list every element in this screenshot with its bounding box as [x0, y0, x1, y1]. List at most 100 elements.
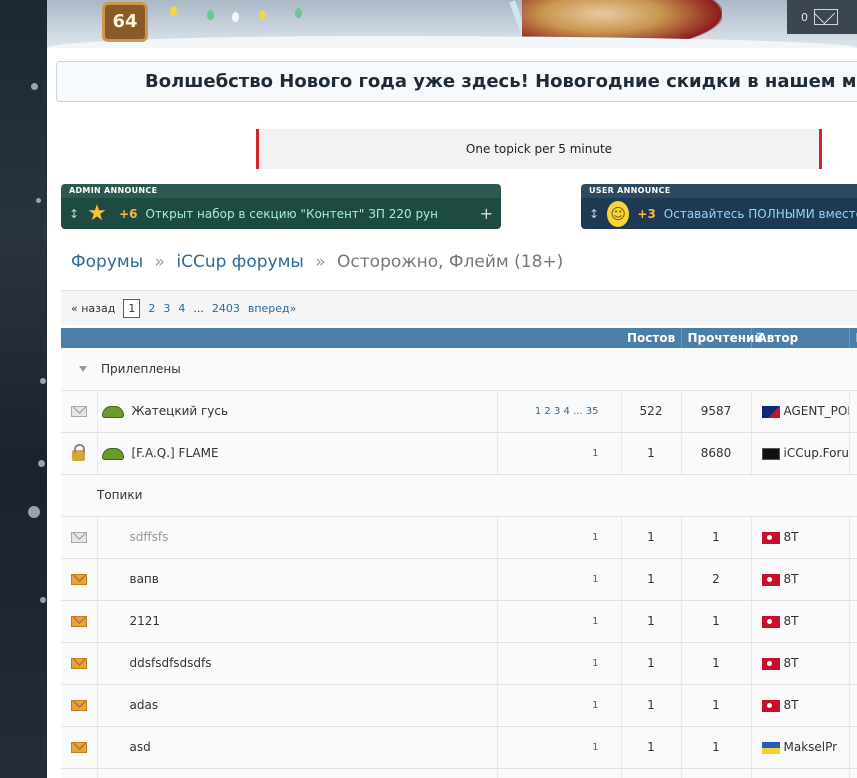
table-row[interactable]: вапв 1 1 2 8T [61, 558, 857, 601]
topic-pages-links[interactable]: 1 [497, 600, 622, 643]
breadcrumb-iccup-forums[interactable]: iCCup форумы [176, 252, 303, 272]
topic-title-link[interactable]: ddsfsdfsdsdfs [130, 656, 212, 670]
vote-arrows-icon[interactable]: ↕ [69, 207, 79, 221]
table-row[interactable]: sdffsfs 1 1 1 8T [61, 516, 857, 559]
topic-pages-links[interactable]: 1 [497, 516, 622, 559]
author-link[interactable]: 8T [784, 698, 799, 712]
country-flag-icon [761, 741, 780, 754]
author-link[interactable]: iCCup.Forum [784, 446, 849, 460]
pagination-prev[interactable]: « назад [71, 302, 115, 315]
pagination-page-4[interactable]: 4 [178, 302, 185, 315]
table-header-row: Постов Прочтений Автор П [61, 328, 857, 348]
breadcrumb-current: Осторожно, Флейм (18+) [337, 252, 564, 272]
topic-title-link[interactable]: [F.A.Q.] FLAME [132, 446, 219, 460]
posting-rule-notice: One topick per 5 minute [256, 129, 822, 169]
column-posts[interactable]: Постов [621, 328, 682, 348]
holiday-notice-banner[interactable]: Волшебство Нового года уже здесь! Нового… [56, 61, 857, 102]
read-envelope-icon [70, 532, 87, 543]
topic-pages-links[interactable]: 1 [497, 432, 622, 475]
views-count: 1 [681, 684, 752, 727]
pagination-page-2[interactable]: 2 [148, 302, 155, 315]
unread-envelope-icon [70, 616, 87, 627]
country-flag-icon [761, 447, 780, 460]
pagination-next[interactable]: вперед» [248, 302, 297, 315]
topic-title-link[interactable]: Жатецкий гусь [132, 404, 229, 418]
unread-envelope-icon [70, 658, 87, 669]
messages-button[interactable]: 0 [787, 0, 857, 34]
breadcrumb: Форумы » iCCup форумы » Осторожно, Флейм… [71, 252, 563, 272]
posts-count: 1 [621, 642, 682, 685]
site-header-banner: 64 0 [47, 0, 857, 48]
country-flag-icon [761, 531, 780, 544]
topic-title-link[interactable]: adas [130, 698, 159, 712]
breadcrumb-separator: » [154, 252, 165, 272]
pagination-page-3[interactable]: 3 [163, 302, 170, 315]
collapse-triangle-icon[interactable] [79, 366, 87, 373]
posts-count: 1 [621, 600, 682, 643]
snow-ground [47, 36, 857, 48]
topic-pages-links[interactable]: 1 [497, 558, 622, 601]
topic-title-link[interactable]: sdffsfs [130, 530, 169, 544]
author-link[interactable]: 8T [784, 656, 799, 670]
posts-count: 1 [621, 768, 682, 778]
user-announce-tag: USER ANNOUNCE [581, 184, 857, 198]
posts-count: 1 [621, 726, 682, 769]
country-flag-icon [761, 405, 780, 418]
author-link[interactable]: 8T [784, 530, 799, 544]
topic-title-link[interactable]: 2121 [130, 614, 161, 628]
user-announce-link[interactable]: Оставайтесь ПОЛНЫМИ вместе [664, 207, 857, 221]
pinned-section-header: Прилеплены [61, 348, 857, 391]
views-count: 9587 [681, 390, 752, 433]
views-count: 1 [681, 516, 752, 559]
breadcrumb-separator: » [315, 252, 326, 272]
pagination-page-1[interactable]: 1 [123, 298, 141, 318]
table-row[interactable]: ddsfsdfsdsdfs 1 1 1 8T [61, 642, 857, 685]
admin-announce-link[interactable]: Открыт набор в секцию "Контент" ЗП 220 р… [145, 207, 438, 221]
table-row[interactable]: Жатецкий гусь 1 2 3 4 ... 35 522 9587 AGENT_… [61, 390, 857, 433]
unread-envelope-icon [70, 742, 87, 753]
topic-pages-links[interactable]: 1 [497, 684, 622, 727]
column-author[interactable]: Автор [751, 328, 850, 348]
star-icon: ★ [87, 200, 107, 226]
pagination-page-last[interactable]: 2403 [212, 302, 240, 315]
main-content: 64 0 Волшебство Нового года уже здесь! Н… [47, 0, 857, 778]
views-count: 1 [681, 642, 752, 685]
column-views[interactable]: Прочтений [681, 328, 763, 348]
table-row[interactable]: adas 1 1 1 8T [61, 684, 857, 727]
topic-pages-links[interactable]: 1 [497, 642, 622, 685]
vote-arrows-icon[interactable]: ↕ [589, 207, 599, 221]
messages-count: 0 [801, 10, 808, 24]
column-last[interactable]: П [849, 328, 857, 348]
views-count: 8680 [681, 432, 752, 475]
add-announce-plus-icon[interactable]: + [480, 204, 493, 223]
user-level-badge[interactable]: 64 [102, 2, 148, 42]
pagination: « назад 1 2 3 4 ... 2403 вперед» [61, 290, 857, 325]
topic-title-link[interactable]: вапв [130, 572, 159, 586]
unread-envelope-icon [70, 700, 87, 711]
table-row[interactable]: asd 1 1 1 MakselPr [61, 726, 857, 769]
section-title: Прилеплены [101, 361, 181, 376]
topic-pages-links[interactable]: 1 2 3 4 ... 35 [497, 390, 622, 433]
country-flag-icon [761, 699, 780, 712]
author-link[interactable]: 8T [784, 572, 799, 586]
pagination-ellipsis: ... [193, 301, 204, 315]
table-row[interactable]: sad111MakselPr [61, 768, 857, 778]
views-count: 1 [681, 726, 752, 769]
topic-pages-links[interactable]: 1 [497, 768, 622, 778]
user-announce-box: USER ANNOUNCE ↕ ☺ +3 Оставайтесь ПОЛНЫМИ… [581, 184, 857, 229]
topics-table: Постов Прочтений Автор П Прилеплены Жатец… [61, 328, 857, 778]
admin-announce-box: ADMIN ANNOUNCE ↕ ★ +6 Открыт набор в сек… [61, 184, 501, 229]
author-link[interactable]: AGENT_PODLIVA [784, 404, 849, 418]
country-flag-icon [761, 573, 780, 586]
author-link[interactable]: 8T [784, 614, 799, 628]
author-link[interactable]: MakselPr [784, 740, 838, 754]
topic-title-link[interactable]: asd [130, 740, 151, 754]
topic-pages-links[interactable]: 1 [497, 726, 622, 769]
table-row[interactable]: [F.A.Q.] FLAME118680iCCup.Forum [61, 432, 857, 475]
posts-count: 1 [621, 684, 682, 727]
read-envelope-icon [70, 406, 87, 417]
table-row[interactable]: 2121 1 1 1 8T [61, 600, 857, 643]
posts-count: 522 [621, 390, 682, 433]
breadcrumb-forums[interactable]: Форумы [71, 252, 143, 272]
country-flag-icon [761, 615, 780, 628]
